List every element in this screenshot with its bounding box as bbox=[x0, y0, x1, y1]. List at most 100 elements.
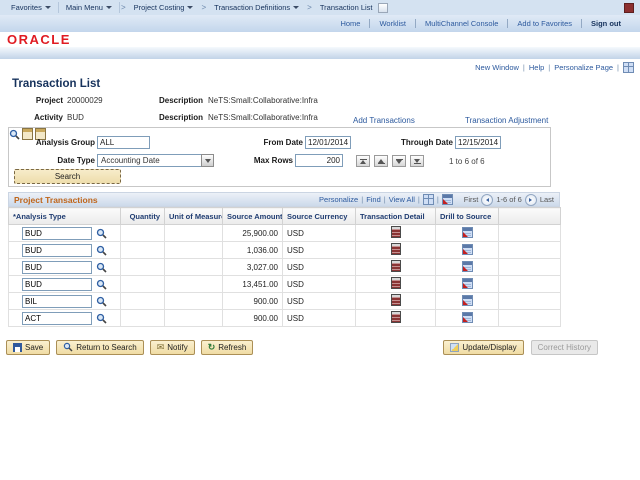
breadcrumb-item-label: Transaction List bbox=[320, 3, 373, 12]
lookup-icon[interactable] bbox=[96, 262, 107, 273]
pager-previous-icon[interactable] bbox=[481, 194, 493, 206]
personalize-link[interactable]: Personalize bbox=[319, 195, 358, 204]
transaction-detail-icon[interactable] bbox=[391, 243, 401, 255]
transaction-detail-icon[interactable] bbox=[391, 226, 401, 238]
scroll-to-top-button[interactable] bbox=[356, 155, 370, 167]
search-button[interactable]: Search bbox=[14, 169, 121, 184]
zoom-popup-icon[interactable] bbox=[423, 194, 434, 205]
drill-to-source-icon[interactable] bbox=[462, 244, 473, 255]
drill-to-source-icon[interactable] bbox=[462, 261, 473, 272]
breadcrumb-favorites-label: Favorites bbox=[11, 3, 42, 12]
envelope-icon: ✉ bbox=[157, 343, 165, 352]
link-sign-out[interactable]: Sign out bbox=[582, 19, 630, 28]
update-display-icon bbox=[450, 343, 459, 352]
pager-next-icon[interactable] bbox=[525, 194, 537, 206]
transaction-detail-icon[interactable] bbox=[391, 311, 401, 323]
date-type-select[interactable]: Accounting Date bbox=[97, 154, 214, 167]
update-display-button[interactable]: Update/Display bbox=[443, 340, 523, 355]
refresh-label: Refresh bbox=[218, 343, 246, 352]
table-row: 1,036.00 USD bbox=[9, 242, 561, 259]
transactions-table: *Analysis Type Quantity Unit of Measure … bbox=[8, 207, 561, 327]
transaction-adjustment-link[interactable]: Transaction Adjustment bbox=[465, 116, 548, 125]
page-grab-icon bbox=[378, 3, 388, 13]
grid-header-bar: Project Transactions Personalize Find Vi… bbox=[8, 192, 560, 207]
table-row: 13,451.00 USD bbox=[9, 276, 561, 293]
filter-groupbox: Analysis Group From Date Through Date Da… bbox=[8, 127, 551, 187]
activity-value: BUD bbox=[67, 113, 84, 122]
table-row: 900.00 USD bbox=[9, 310, 561, 327]
return-to-search-button[interactable]: Return to Search bbox=[56, 340, 143, 355]
divider bbox=[418, 195, 420, 204]
link-add-to-favorites[interactable]: Add to Favorites bbox=[508, 19, 581, 28]
save-icon bbox=[13, 343, 22, 352]
refresh-button[interactable]: ↻ Refresh bbox=[201, 340, 254, 355]
col-unit-of-measure: Unit of Measure bbox=[165, 208, 223, 225]
transaction-detail-icon[interactable] bbox=[391, 260, 401, 272]
source-amount-cell: 900.00 bbox=[223, 310, 283, 327]
divider bbox=[617, 63, 619, 72]
lookup-icon[interactable] bbox=[96, 296, 107, 307]
col-transaction-detail: Transaction Detail bbox=[356, 208, 436, 225]
transaction-detail-icon[interactable] bbox=[391, 277, 401, 289]
correct-history-button[interactable]: Correct History bbox=[531, 340, 598, 355]
divider bbox=[523, 63, 525, 72]
through-date-input[interactable] bbox=[455, 136, 501, 149]
filler-cell bbox=[499, 293, 561, 310]
lookup-icon[interactable] bbox=[96, 228, 107, 239]
save-button[interactable]: Save bbox=[6, 340, 50, 355]
lookup-icon[interactable] bbox=[96, 245, 107, 256]
breadcrumb-main-menu[interactable]: Main Menu bbox=[59, 3, 119, 12]
breadcrumb-transaction-definitions[interactable]: Transaction Definitions bbox=[207, 3, 306, 12]
analysis-type-input[interactable] bbox=[22, 244, 92, 257]
http-grid-icon[interactable] bbox=[623, 62, 634, 73]
refresh-icon: ↻ bbox=[208, 343, 216, 352]
unit-of-measure-cell bbox=[165, 276, 223, 293]
transaction-detail-icon[interactable] bbox=[391, 294, 401, 306]
scroll-up-button[interactable] bbox=[374, 155, 388, 167]
quantity-cell bbox=[121, 259, 165, 276]
analysis-type-input[interactable] bbox=[22, 227, 92, 240]
breadcrumb-favorites[interactable]: Favorites bbox=[4, 3, 58, 12]
link-new-window[interactable]: New Window bbox=[475, 63, 519, 72]
analysis-type-input[interactable] bbox=[22, 261, 92, 274]
lookup-icon[interactable] bbox=[96, 279, 107, 290]
drill-to-source-icon[interactable] bbox=[462, 278, 473, 289]
link-multichannel-console[interactable]: MultiChannel Console bbox=[416, 19, 507, 28]
link-help[interactable]: Help bbox=[529, 63, 544, 72]
analysis-type-input[interactable] bbox=[22, 295, 92, 308]
pager-range: 1-6 of 6 bbox=[496, 195, 521, 204]
view-all-link[interactable]: View All bbox=[389, 195, 415, 204]
save-label: Save bbox=[25, 343, 43, 352]
from-date-label: From Date bbox=[209, 138, 303, 147]
drill-to-source-icon[interactable] bbox=[462, 227, 473, 238]
source-currency-cell: USD bbox=[283, 276, 356, 293]
analysis-type-input[interactable] bbox=[22, 278, 92, 291]
drill-to-source-icon[interactable] bbox=[462, 295, 473, 306]
lookup-icon[interactable] bbox=[96, 313, 107, 324]
source-currency-cell: USD bbox=[283, 225, 356, 242]
notify-button[interactable]: ✉ Notify bbox=[150, 340, 195, 355]
breadcrumb-main-menu-label: Main Menu bbox=[66, 3, 103, 12]
link-personalize-page[interactable]: Personalize Page bbox=[554, 63, 613, 72]
add-transactions-link[interactable]: Add Transactions bbox=[353, 116, 415, 125]
analysis-group-input[interactable] bbox=[97, 136, 150, 149]
breadcrumb-transaction-list[interactable]: Transaction List bbox=[313, 3, 395, 13]
breadcrumb-project-costing[interactable]: Project Costing bbox=[127, 3, 201, 12]
download-to-excel-icon[interactable] bbox=[442, 194, 453, 205]
quantity-cell bbox=[121, 310, 165, 327]
filler-cell bbox=[499, 276, 561, 293]
activity-description: NeTS:Small:Collaborative:Infra bbox=[208, 113, 318, 122]
analysis-type-input[interactable] bbox=[22, 312, 92, 325]
scroll-to-bottom-button[interactable] bbox=[410, 155, 424, 167]
max-rows-input[interactable] bbox=[295, 154, 343, 167]
table-row: 25,900.00 USD bbox=[9, 225, 561, 242]
scroll-down-button[interactable] bbox=[392, 155, 406, 167]
find-link[interactable]: Find bbox=[366, 195, 381, 204]
page-title: Transaction List bbox=[12, 78, 640, 90]
notify-label: Notify bbox=[167, 343, 187, 352]
link-home[interactable]: Home bbox=[331, 19, 369, 28]
date-type-label: Date Type bbox=[19, 156, 95, 165]
link-worklist[interactable]: Worklist bbox=[370, 19, 415, 28]
drill-to-source-icon[interactable] bbox=[462, 312, 473, 323]
breadcrumb-separator bbox=[306, 3, 313, 12]
